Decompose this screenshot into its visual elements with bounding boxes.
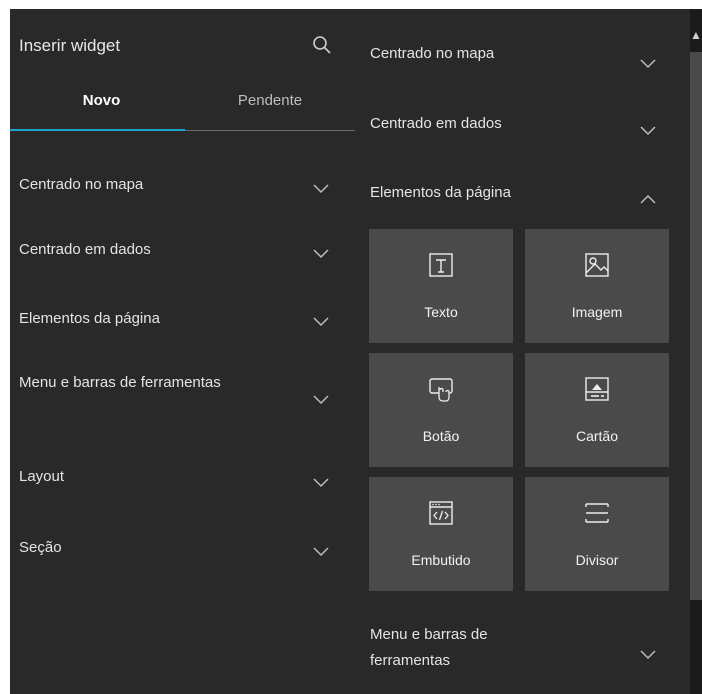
card-icon [585, 377, 609, 401]
widget-tile-texto[interactable]: Texto [369, 229, 513, 343]
embed-icon [429, 501, 453, 525]
chevron-down-icon[interactable] [313, 547, 329, 557]
chevron-down-icon[interactable] [640, 650, 656, 660]
panel-title: Inserir widget [19, 36, 121, 55]
widget-label: Embutido [411, 552, 471, 568]
insert-widget-panel [10, 9, 355, 694]
widget-label: Cartão [575, 428, 619, 444]
chevron-up-icon[interactable] [640, 194, 656, 204]
widget-label: Imagem [571, 304, 623, 320]
category-layout[interactable]: Layout [19, 464, 339, 490]
chevron-down-icon[interactable] [313, 184, 329, 194]
category-menu-e-barras[interactable]: Menu e barras de ferramentas [19, 370, 339, 396]
category-label: Layout [19, 468, 65, 485]
category-centrado-no-mapa[interactable]: Centrado no mapa [19, 172, 339, 198]
active-tab-indicator [10, 129, 185, 131]
widget-tile-embutido[interactable]: Embutido [369, 477, 513, 591]
chevron-down-icon[interactable] [313, 395, 329, 405]
chevron-down-icon[interactable] [313, 317, 329, 327]
category-label: Centrado em dados [19, 241, 151, 258]
widget-label: Botão [422, 428, 460, 444]
category-label: Elementos da página [19, 310, 160, 327]
category-label: Centrado no mapa [19, 176, 144, 193]
widget-tile-divisor[interactable]: Divisor [525, 477, 669, 591]
widget-tile-botao[interactable]: Botão [369, 353, 513, 467]
right-category-centrado-em-dados[interactable]: Centrado em dados [370, 111, 502, 137]
image-icon [585, 253, 609, 277]
category-centrado-em-dados[interactable]: Centrado em dados [19, 237, 339, 263]
widget-tile-cartao[interactable]: Cartão [525, 353, 669, 467]
search-icon[interactable] [312, 35, 332, 55]
widget-tile-imagem[interactable]: Imagem [525, 229, 669, 343]
chevron-down-icon[interactable] [640, 126, 656, 136]
right-category-centrado-no-mapa[interactable]: Centrado no mapa [370, 41, 494, 67]
scrollbar-thumb[interactable] [690, 52, 702, 600]
tab-pending[interactable]: Pendente [200, 92, 340, 109]
category-label: Seção [19, 539, 62, 556]
tab-new[interactable]: Novo [18, 92, 185, 109]
right-category-elementos-da-pagina[interactable]: Elementos da página [370, 180, 511, 206]
category-label: Menu e barras de ferramentas [19, 374, 221, 391]
right-category-menu-e-barras[interactable]: Menu e barras de ferramentas [370, 622, 540, 674]
divider-icon [585, 503, 609, 523]
widget-label: Divisor [575, 552, 619, 568]
scroll-up-icon[interactable]: ▲ [689, 27, 702, 43]
category-secao[interactable]: Seção [19, 535, 339, 561]
category-elementos-da-pagina[interactable]: Elementos da página [19, 306, 339, 332]
text-icon [429, 253, 453, 277]
chevron-down-icon[interactable] [313, 478, 329, 488]
button-icon [429, 378, 453, 402]
widget-label: Texto [424, 304, 458, 320]
chevron-down-icon[interactable] [313, 249, 329, 259]
chevron-down-icon[interactable] [640, 59, 656, 69]
